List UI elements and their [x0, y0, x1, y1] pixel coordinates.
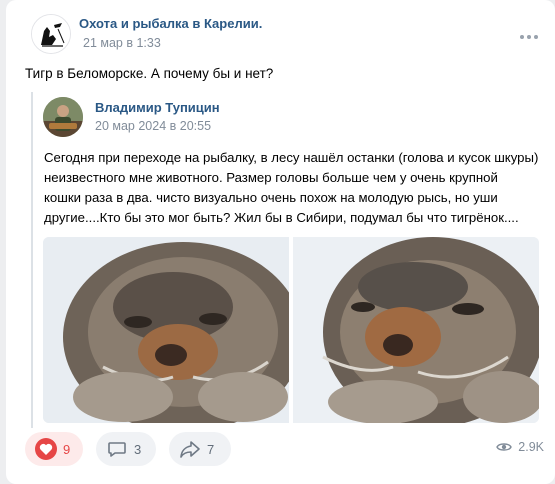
- like-count: 9: [63, 441, 71, 457]
- more-dots-icon[interactable]: [520, 26, 542, 39]
- author-photo-icon: [43, 97, 83, 137]
- comment-button[interactable]: 3: [96, 432, 156, 466]
- group-logo-icon: [32, 15, 70, 53]
- photo-gallery: [43, 237, 541, 423]
- group-avatar[interactable]: [31, 14, 71, 54]
- repost-author-name[interactable]: Владимир Тупицин: [95, 100, 220, 115]
- comment-icon: [106, 438, 128, 460]
- like-button[interactable]: 9: [25, 432, 83, 466]
- repost-block: Владимир Тупицин 20 мар 2024 в 20:55 Сег…: [31, 92, 551, 428]
- share-count: 7: [207, 441, 215, 457]
- repost-text-line: кошки раза в два. чисто визуально очень …: [44, 190, 498, 205]
- repost-text-line: другие....Кто бы это мог быть? Жил бы в …: [44, 210, 519, 225]
- views-counter: 2.9K: [496, 440, 544, 454]
- views-count: 2.9K: [518, 440, 544, 454]
- repost-date[interactable]: 20 мар 2024 в 20:55: [95, 119, 211, 133]
- comment-count: 3: [134, 441, 142, 457]
- photo-1[interactable]: [43, 237, 289, 423]
- post-date[interactable]: 21 мар в 1:33: [83, 36, 161, 50]
- post-header: Охота и рыбалка в Карелии. 21 мар в 1:33: [31, 14, 531, 54]
- animal-head-photo-icon: [293, 237, 539, 423]
- share-button[interactable]: 7: [169, 432, 231, 466]
- repost-text: Сегодня при переходе на рыбалку, в лесу …: [44, 148, 549, 228]
- heart-icon: [35, 438, 57, 460]
- photo-2[interactable]: [293, 237, 539, 423]
- group-name-link[interactable]: Охота и рыбалка в Карелии.: [79, 16, 262, 31]
- repost-text-line: Сегодня при переходе на рыбалку, в лесу …: [44, 150, 539, 165]
- repost-author-avatar[interactable]: [43, 97, 83, 137]
- eye-icon: [496, 443, 513, 451]
- post-card: Охота и рыбалка в Карелии. 21 мар в 1:33…: [6, 0, 555, 484]
- share-icon: [179, 438, 201, 460]
- post-text: Тигр в Беломорске. А почему бы и нет?: [25, 66, 274, 81]
- post-actions: 9 3 7 2.9K: [25, 432, 550, 468]
- repost-text-line: неизвестного мне животного. Размер голов…: [44, 170, 498, 185]
- animal-head-photo-icon: [43, 237, 289, 423]
